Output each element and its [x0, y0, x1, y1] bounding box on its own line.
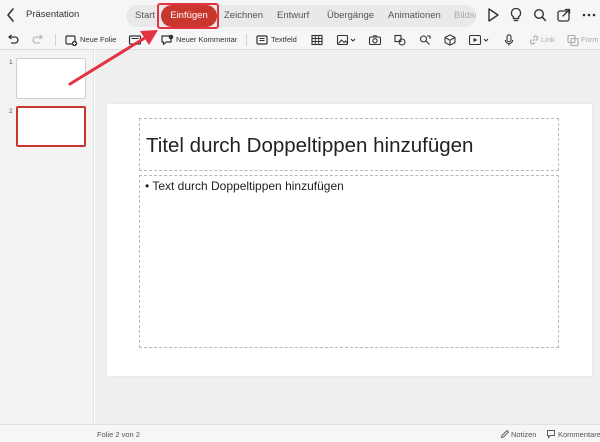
icons-icon[interactable]	[418, 33, 432, 47]
body-placeholder[interactable]: • Text durch Doppeltippen hinzufügen	[139, 175, 559, 348]
lightbulb-icon[interactable]	[507, 6, 525, 24]
tab-uebergaenge[interactable]: Übergänge	[327, 5, 374, 27]
forms-button[interactable]: Form	[581, 33, 599, 47]
shapes-icon[interactable]	[393, 33, 407, 47]
search-icon[interactable]	[531, 6, 549, 24]
slide-thumbnail-2[interactable]	[16, 106, 86, 147]
tab-animationen[interactable]: Animationen	[388, 5, 441, 27]
table-icon[interactable]	[310, 33, 324, 47]
document-title[interactable]: Präsentation	[26, 9, 79, 20]
video-icon[interactable]	[468, 33, 492, 47]
forms-icon[interactable]	[566, 33, 580, 47]
notes-button[interactable]: Notizen	[511, 430, 536, 439]
microphone-icon[interactable]	[502, 33, 516, 47]
body-placeholder-text: • Text durch Doppeltippen hinzufügen	[145, 179, 344, 193]
ribbon-toolbar: Neue Folie Neuer Kommentar Textfeld Link…	[0, 30, 600, 50]
redo-icon[interactable]	[31, 33, 45, 47]
new-comment-button[interactable]: Neuer Kommentar	[176, 33, 237, 47]
ribbon-divider	[246, 34, 247, 46]
textbox-icon[interactable]	[255, 33, 269, 47]
more-icon[interactable]	[580, 6, 598, 24]
link-button[interactable]: Link	[541, 33, 555, 47]
slide-canvas: Titel durch Doppeltippen hinzufügen • Te…	[95, 50, 600, 424]
slide-thumbnail-panel: 1 2	[0, 50, 94, 424]
undo-icon[interactable]	[6, 33, 20, 47]
back-chevron-icon[interactable]	[4, 6, 18, 24]
tab-entwurf[interactable]: Entwurf	[277, 5, 309, 27]
3d-model-icon[interactable]	[443, 33, 457, 47]
thumbnail-number: 2	[9, 108, 13, 115]
title-placeholder-text: Titel durch Doppeltippen hinzufügen	[146, 134, 474, 157]
tab-bildschirmpraesentation[interactable]: Bildsc	[454, 5, 476, 27]
link-icon[interactable]	[527, 33, 541, 47]
tab-start[interactable]: Start	[135, 5, 155, 27]
title-bar: Präsentation Start Einfügen Zeichnen Ent…	[0, 0, 600, 30]
share-icon[interactable]	[555, 6, 573, 24]
new-slide-button[interactable]: Neue Folie	[80, 33, 116, 47]
status-bar: Folie 2 von 2 Notizen Kommentare	[0, 424, 600, 442]
textbox-button[interactable]: Textfeld	[271, 33, 297, 47]
slide-counter: Folie 2 von 2	[97, 430, 140, 439]
tab-zeichnen[interactable]: Zeichnen	[224, 5, 263, 27]
play-icon[interactable]	[484, 6, 502, 24]
title-placeholder[interactable]: Titel durch Doppeltippen hinzufügen	[139, 118, 559, 171]
notes-icon[interactable]	[500, 429, 510, 439]
slide-thumbnail-1[interactable]	[16, 58, 86, 99]
new-comment-icon[interactable]	[160, 33, 174, 47]
comments-button[interactable]: Kommentare	[558, 430, 600, 439]
slide[interactable]: Titel durch Doppeltippen hinzufügen • Te…	[107, 104, 592, 376]
camera-icon[interactable]	[368, 33, 382, 47]
picture-icon[interactable]	[336, 33, 358, 47]
slide-layout-icon[interactable]	[128, 33, 142, 47]
comments-icon[interactable]	[546, 429, 556, 439]
annotation-highlight-box	[157, 3, 219, 29]
ribbon-divider	[55, 34, 56, 46]
thumbnail-number: 1	[9, 59, 13, 66]
new-slide-icon[interactable]	[64, 33, 78, 47]
